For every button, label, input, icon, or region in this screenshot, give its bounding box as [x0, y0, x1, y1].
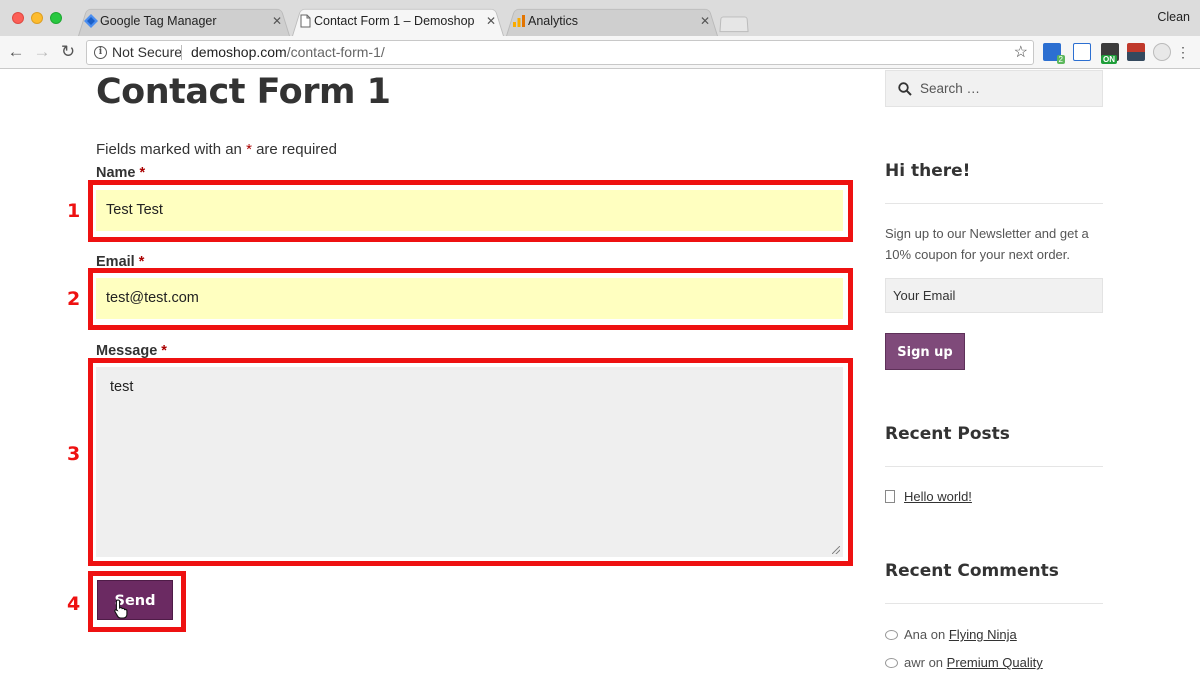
tag-manager-icon: [84, 14, 98, 28]
name-field[interactable]: Test Test: [96, 190, 843, 231]
step-number-1: 1: [67, 200, 81, 222]
message-label: Message *: [96, 343, 167, 359]
document-icon: [300, 14, 311, 28]
send-button[interactable]: Send: [97, 580, 173, 620]
maximize-window-button[interactable]: [50, 12, 62, 24]
menu-kebab-icon[interactable]: ⋮: [1172, 40, 1194, 64]
email-field[interactable]: test@test.com: [96, 278, 843, 319]
comment-icon: [885, 630, 898, 640]
divider: [885, 466, 1103, 467]
signup-button[interactable]: Sign up: [885, 333, 965, 370]
url-text[interactable]: demoshop.com/contact-form-1/: [191, 41, 385, 64]
reload-icon[interactable]: ↻: [57, 40, 79, 64]
close-window-button[interactable]: [12, 12, 24, 24]
info-icon[interactable]: i: [94, 46, 107, 59]
hand-pointer-cursor-icon: [114, 599, 128, 619]
message-value: test: [110, 379, 134, 395]
analytics-icon: [513, 15, 525, 27]
bookmark-star-icon[interactable]: ☆: [1014, 41, 1028, 64]
tag-assistant-extension-icon[interactable]: 2: [1043, 43, 1065, 64]
tab-bar: Google Tag Manager ✕ Contact Form 1 – De…: [0, 0, 1200, 36]
address-bar[interactable]: i Not Secure demoshop.com/contact-form-1…: [86, 40, 1034, 65]
recent-posts-title: Recent Posts: [885, 424, 1010, 444]
recent-comments-title: Recent Comments: [885, 561, 1059, 581]
comment-post-link[interactable]: Flying Ninja: [949, 627, 1017, 642]
required-note: Fields marked with an * are required: [96, 141, 337, 158]
tab-analytics[interactable]: Analytics ✕: [506, 6, 718, 36]
forward-arrow-icon[interactable]: →: [31, 40, 53, 64]
minimize-window-button[interactable]: [31, 12, 43, 24]
list-item: Ana on Flying Ninja: [885, 627, 1017, 642]
post-link[interactable]: Hello world!: [904, 489, 972, 504]
step-number-2: 2: [67, 288, 81, 310]
step-number-4: 4: [67, 593, 81, 615]
ghost-extension-icon[interactable]: [1153, 43, 1171, 61]
comment-post-link[interactable]: Premium Quality: [947, 655, 1043, 670]
tab-label: Google Tag Manager: [100, 14, 217, 28]
resize-handle[interactable]: [832, 546, 840, 554]
page-title: Contact Form 1: [96, 72, 391, 112]
search-icon: [898, 82, 912, 96]
security-label: Not Secure: [112, 44, 183, 60]
code-extension-icon[interactable]: [1073, 43, 1091, 61]
divider: [181, 45, 182, 60]
divider: [885, 603, 1103, 604]
list-item: awr on Premium Quality: [885, 655, 1043, 670]
newsletter-text: Sign up to our Newsletter and get a 10% …: [885, 226, 1089, 262]
comment-icon: [885, 658, 898, 668]
search-input[interactable]: Search …: [885, 70, 1103, 107]
new-tab-button[interactable]: [719, 16, 749, 33]
flag-extension-icon[interactable]: [1127, 43, 1145, 61]
browser-toolbar: ← → ↻ i Not Secure demoshop.com/contact-…: [0, 36, 1200, 69]
tab-label: Contact Form 1 – Demoshop: [314, 14, 475, 28]
divider: [885, 203, 1103, 204]
step-number-3: 3: [67, 443, 81, 465]
close-tab-icon[interactable]: ✕: [700, 6, 710, 36]
message-field[interactable]: test: [96, 367, 843, 557]
newsletter-email-field[interactable]: Your Email: [885, 278, 1103, 313]
list-item: Hello world!: [885, 489, 972, 504]
tab-google-tag-manager[interactable]: Google Tag Manager ✕: [78, 6, 290, 36]
name-label: Name *: [96, 165, 146, 181]
close-tab-icon[interactable]: ✕: [272, 6, 282, 36]
tab-label: Analytics: [528, 14, 579, 28]
search-placeholder: Search …: [920, 81, 981, 96]
back-arrow-icon[interactable]: ←: [5, 40, 27, 64]
close-tab-icon[interactable]: ✕: [486, 6, 496, 36]
profile-label[interactable]: Clean: [1157, 10, 1190, 24]
document-icon: [885, 490, 895, 503]
on-toggle-extension-icon[interactable]: ON: [1101, 43, 1119, 64]
newsletter-title: Hi there!: [885, 161, 971, 181]
tab-contact-form[interactable]: Contact Form 1 – Demoshop ✕: [292, 6, 504, 36]
